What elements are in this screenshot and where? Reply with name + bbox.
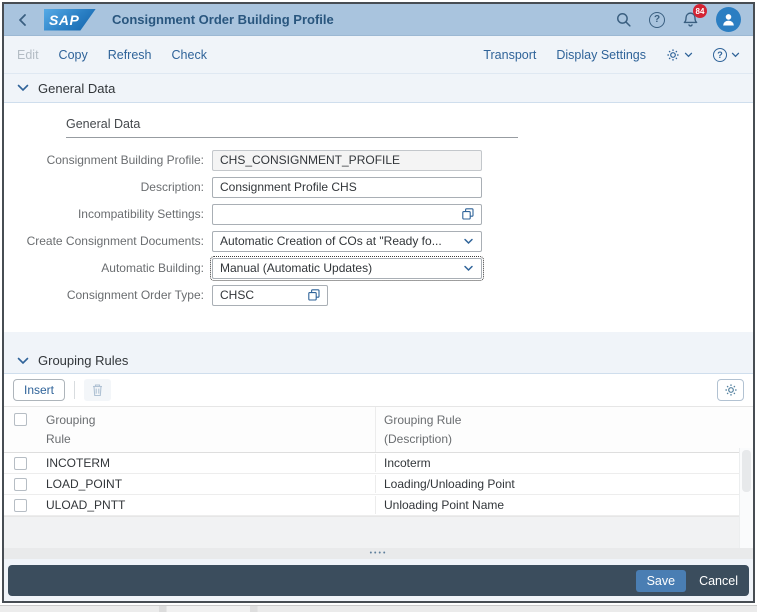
- field-label: Create Consignment Documents:: [26, 234, 204, 248]
- page-content: General Data General Data Consignment Bu…: [4, 74, 753, 559]
- section-title: Grouping Rules: [38, 353, 129, 368]
- insert-button[interactable]: Insert: [13, 379, 66, 401]
- cell-grouping-rule: LOAD_POINT: [38, 474, 376, 494]
- cell-grouping-rule: ULOAD_PNTT: [38, 495, 376, 515]
- gear-icon: [724, 384, 737, 396]
- row-checkbox[interactable]: [14, 477, 27, 491]
- chevron-down-icon: [464, 265, 473, 271]
- value-help-icon[interactable]: [462, 208, 474, 220]
- table-toolbar: Insert: [4, 374, 753, 407]
- toolbar-divider: [74, 381, 76, 399]
- app-window: SAP Consignment Order Building Profile ?…: [2, 2, 755, 603]
- collapse-chevron-icon: [17, 84, 29, 92]
- automatic-building-select[interactable]: Manual (Automatic Updates): [210, 255, 484, 281]
- consignment-building-profile-field[interactable]: CHS_CONSIGNMENT_PROFILE: [212, 149, 482, 171]
- horizontal-scrollbar[interactable]: ••••: [4, 548, 753, 559]
- sap-logo[interactable]: SAP: [44, 8, 96, 31]
- chevron-down-icon: [684, 52, 693, 57]
- value-help-icon[interactable]: [308, 289, 320, 301]
- form-row: Automatic Building: Manual (Automatic Up…: [4, 255, 753, 281]
- field-label: Consignment Building Profile:: [46, 153, 204, 167]
- form-row: Create Consignment Documents: Automatic …: [4, 230, 753, 252]
- general-data-section-header[interactable]: General Data: [4, 74, 753, 103]
- form-row: Incompatibility Settings:: [4, 203, 753, 225]
- shell-actions: ? 84: [615, 4, 741, 32]
- check-button[interactable]: Check: [172, 48, 207, 62]
- description-field[interactable]: Consignment Profile CHS: [212, 176, 482, 198]
- field-label: Description:: [140, 180, 204, 194]
- notifications-icon[interactable]: 84: [682, 4, 707, 28]
- select-all-checkbox[interactable]: [14, 413, 27, 426]
- save-button[interactable]: Save: [635, 569, 687, 592]
- general-data-panel: General Data Consignment Building Profil…: [4, 103, 753, 332]
- notification-badge: 84: [693, 4, 707, 18]
- chevron-left-icon: [19, 13, 26, 26]
- form-row: Description: Consignment Profile CHS: [4, 176, 753, 198]
- table-row[interactable]: ULOAD_PNTT Unloading Point Name: [4, 495, 753, 517]
- delete-button[interactable]: [84, 379, 112, 401]
- action-toolbar: Edit Copy Refresh Check Transport Displa…: [4, 36, 753, 74]
- cell-description: Incoterm: [384, 455, 431, 470]
- cell-grouping-rule: INCOTERM: [38, 453, 376, 473]
- sap-logo-text: SAP: [49, 11, 80, 28]
- back-button[interactable]: [16, 13, 30, 27]
- help-menu-button[interactable]: ?: [713, 47, 740, 62]
- help-icon: ?: [713, 47, 727, 62]
- column-header-grouping-rule: Grouping Rule: [38, 407, 376, 453]
- copy-button[interactable]: Copy: [59, 48, 88, 62]
- vertical-scrollbar[interactable]: [739, 448, 753, 548]
- field-label: Consignment Order Type:: [66, 288, 204, 302]
- refresh-button[interactable]: Refresh: [108, 48, 152, 62]
- trash-icon: [93, 384, 103, 397]
- section-title: General Data: [38, 80, 116, 96]
- collapse-chevron-icon: [17, 357, 29, 364]
- settings-menu-button[interactable]: [666, 48, 693, 62]
- window-bottom-edge: [0, 605, 757, 612]
- person-icon: [723, 14, 734, 26]
- table-row[interactable]: INCOTERM Incoterm: [4, 453, 753, 475]
- transport-button[interactable]: Transport: [483, 48, 536, 62]
- resize-grip[interactable]: ••••: [370, 550, 388, 557]
- grouping-rules-table: Grouping Rule Grouping Rule (Description…: [4, 407, 753, 559]
- table-row[interactable]: LOAD_POINT Loading/Unloading Point: [4, 474, 753, 496]
- field-label: Incompatibility Settings:: [77, 207, 204, 221]
- cancel-button[interactable]: Cancel: [699, 574, 738, 588]
- search-icon[interactable]: [615, 11, 632, 28]
- footer-bar: Save Cancel: [8, 565, 749, 596]
- chevron-down-icon: [464, 238, 473, 244]
- scrollbar-thumb[interactable]: [742, 450, 751, 492]
- display-settings-button[interactable]: Display Settings: [556, 48, 646, 62]
- incompatibility-settings-field[interactable]: [212, 203, 482, 225]
- cell-description: Loading/Unloading Point: [384, 476, 515, 491]
- shell-bar: SAP Consignment Order Building Profile ?…: [4, 4, 753, 36]
- form-row: Consignment Order Type: CHSC: [4, 284, 753, 306]
- gear-icon: [667, 48, 679, 61]
- user-avatar[interactable]: [716, 7, 741, 32]
- consignment-order-type-field[interactable]: CHSC: [212, 284, 328, 306]
- grouping-rules-section-header[interactable]: Grouping Rules: [4, 348, 753, 374]
- help-icon[interactable]: ?: [649, 11, 665, 28]
- cell-description: Unloading Point Name: [384, 497, 505, 512]
- table-header-row: Grouping Rule Grouping Rule (Description…: [4, 407, 753, 454]
- page-title: Consignment Order Building Profile: [112, 12, 334, 27]
- toolbar-right: Transport Display Settings ?: [483, 47, 740, 62]
- form-row: Consignment Building Profile: CHS_CONSIG…: [4, 149, 753, 171]
- field-label: Automatic Building:: [101, 261, 204, 275]
- create-consignment-documents-select[interactable]: Automatic Creation of COs at "Ready fo..…: [212, 230, 482, 252]
- grouping-rules-card: Insert Grouping Rule Grouping Rule (Desc…: [4, 374, 753, 559]
- table-settings-button[interactable]: [717, 379, 744, 401]
- row-checkbox[interactable]: [14, 456, 27, 470]
- edit-button[interactable]: Edit: [17, 48, 39, 62]
- row-checkbox[interactable]: [14, 498, 27, 512]
- column-header-grouping-rule-description: Grouping Rule (Description): [384, 413, 462, 446]
- chevron-down-icon: [731, 52, 740, 57]
- table-empty-area: [4, 516, 753, 548]
- form-group-title: General Data: [66, 117, 518, 138]
- general-data-form: Consignment Building Profile: CHS_CONSIG…: [4, 149, 753, 306]
